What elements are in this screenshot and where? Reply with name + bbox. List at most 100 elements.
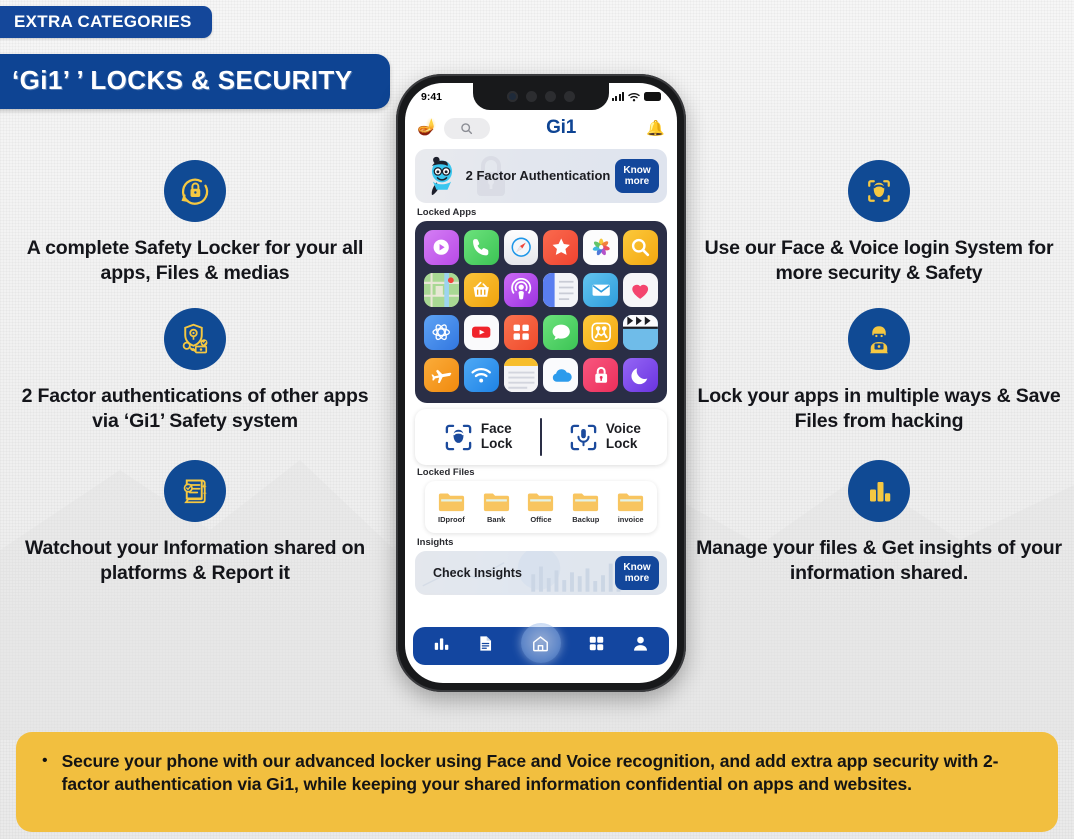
summary-text: Secure your phone with our advanced lock… <box>61 751 999 795</box>
phone-mockup: 9:41 🪔 Gi1 🔔 2 Factor Authentication Kno… <box>396 74 686 692</box>
battery-icon <box>644 92 661 101</box>
video-app[interactable] <box>623 315 658 350</box>
favorites-app[interactable] <box>543 230 579 265</box>
file-label: Bank <box>487 514 506 524</box>
feature-label: Lock your apps in multiple ways & Save F… <box>697 384 1061 432</box>
locked-apps-label: Locked Apps <box>417 207 477 218</box>
file-label: IDproof <box>438 514 465 524</box>
extra-categories-banner: EXTRA CATEGORIES <box>0 6 212 38</box>
feature-label: 2 Factor authentications of other apps v… <box>21 384 369 432</box>
shopping-app[interactable] <box>463 272 499 308</box>
file-item[interactable]: Bank <box>483 491 510 524</box>
person-icon <box>634 636 648 651</box>
file-label: invoice <box>617 514 644 524</box>
feature-safety-locker: A complete Safety Locker for your all ap… <box>0 160 390 286</box>
promo-banner-2fa[interactable]: 2 Factor Authentication Know more <box>415 149 667 203</box>
voice-lock-label: Voice Lock <box>605 421 641 451</box>
podcasts-app[interactable] <box>503 272 539 308</box>
nav-files[interactable] <box>476 634 495 658</box>
safari-app[interactable] <box>503 230 539 265</box>
folder-icon <box>483 492 509 511</box>
icloud-app[interactable] <box>543 357 579 393</box>
nav-apps[interactable] <box>587 634 606 658</box>
reminders-app[interactable] <box>503 357 539 393</box>
app-brand-title: Gi1 <box>546 117 577 138</box>
summary-note: • Secure your phone with our advanced lo… <box>16 732 1058 832</box>
file-item[interactable]: invoice <box>617 491 644 524</box>
bar-chart-icon <box>434 638 449 650</box>
phone-screen: 9:41 🪔 Gi1 🔔 2 Factor Authentication Kno… <box>405 83 677 683</box>
search-icon <box>461 122 473 134</box>
sleep-app[interactable] <box>623 357 658 393</box>
feature-lock-apps: Lock your apps in multiple ways & Save F… <box>684 307 1074 434</box>
promo-know-more-button[interactable]: Know more <box>615 159 659 193</box>
home-icon <box>533 635 549 651</box>
bell-icon[interactable]: 🔔 <box>646 121 665 136</box>
atom-app[interactable] <box>424 315 459 350</box>
feature-label: A complete Safety Locker for your all ap… <box>26 237 364 284</box>
phone-app[interactable] <box>463 230 499 265</box>
photos-app[interactable] <box>583 230 619 265</box>
hacker-laptop-icon <box>848 307 910 370</box>
feature-label: Manage your files & Get insights of your… <box>696 536 1062 584</box>
know-more-line1: Know <box>623 165 651 176</box>
shield-key-money-icon <box>164 307 226 370</box>
youtube-app[interactable] <box>463 315 499 350</box>
search-app[interactable] <box>623 230 658 265</box>
know-more-line1: Know <box>623 562 651 573</box>
right-feature-column: Use our Face & Voice login System for mo… <box>684 160 1074 586</box>
feature-2fa: 2 Factor authentications of other apps v… <box>0 307 390 434</box>
lock-shield-icon <box>164 160 226 222</box>
face-lock-label: Face Lock <box>480 421 513 451</box>
nav-stats[interactable] <box>432 634 451 658</box>
genie-lamp-icon[interactable]: 🪔 <box>417 120 437 136</box>
page-title: ‘Gi1’ ’ LOCKS & SECURITY <box>0 54 391 109</box>
know-more-line2: more <box>624 573 650 584</box>
wifi-icon <box>628 92 640 101</box>
front-camera-icon <box>507 91 518 102</box>
feature-insights: Manage your files & Get insights of your… <box>684 459 1074 586</box>
document-icon <box>480 636 492 651</box>
folder-icon <box>438 492 464 511</box>
mail-app[interactable] <box>583 272 619 308</box>
nav-home[interactable] <box>520 623 561 663</box>
nav-profile[interactable] <box>631 634 650 658</box>
feature-watchout-info: Watchout your Information shared on plat… <box>0 459 390 586</box>
insights-know-more-button[interactable]: Know more <box>615 556 659 590</box>
file-label: Backup <box>572 514 600 524</box>
face-scan-icon <box>848 160 910 222</box>
left-feature-column: A complete Safety Locker for your all ap… <box>0 160 390 586</box>
apps-grid-app[interactable] <box>503 315 539 350</box>
bottom-nav-bar <box>413 623 669 665</box>
know-more-line2: more <box>624 176 650 187</box>
insights-label: Insights <box>417 537 454 548</box>
promo-title: 2 Factor Authentication <box>465 168 611 184</box>
file-label: Office <box>530 514 552 524</box>
feature-face-voice-login: Use our Face & Voice login System for mo… <box>684 160 1074 286</box>
folder-icon <box>618 492 644 511</box>
file-item[interactable]: Backup <box>572 491 599 524</box>
insights-title: Check Insights <box>433 566 522 580</box>
feature-label: Use our Face & Voice login System for mo… <box>704 237 1054 284</box>
folder-icon <box>573 492 599 511</box>
locked-apps-grid <box>415 221 667 403</box>
wifi-app[interactable] <box>463 357 499 393</box>
face-lock-option[interactable]: Face Lock <box>415 421 540 453</box>
voice-lock-option[interactable]: Voice Lock <box>542 421 667 453</box>
notes-app[interactable] <box>543 272 579 308</box>
face-lock-icon <box>445 424 472 450</box>
file-item[interactable]: IDproof <box>438 491 465 524</box>
media-player-app[interactable] <box>424 230 459 265</box>
family-app[interactable] <box>583 315 619 350</box>
travel-app[interactable] <box>424 357 459 393</box>
privacy-app[interactable] <box>583 357 619 393</box>
insights-banner[interactable]: Check Insights Know more <box>415 551 667 595</box>
maps-app[interactable] <box>424 272 459 308</box>
locked-files-label: Locked Files <box>417 467 475 478</box>
health-app[interactable] <box>623 272 658 308</box>
file-item[interactable]: Office <box>527 491 554 524</box>
messages-app[interactable] <box>543 315 579 350</box>
genie-mascot-icon <box>431 156 453 196</box>
folder-icon <box>528 492 554 511</box>
grid-icon <box>589 636 603 651</box>
